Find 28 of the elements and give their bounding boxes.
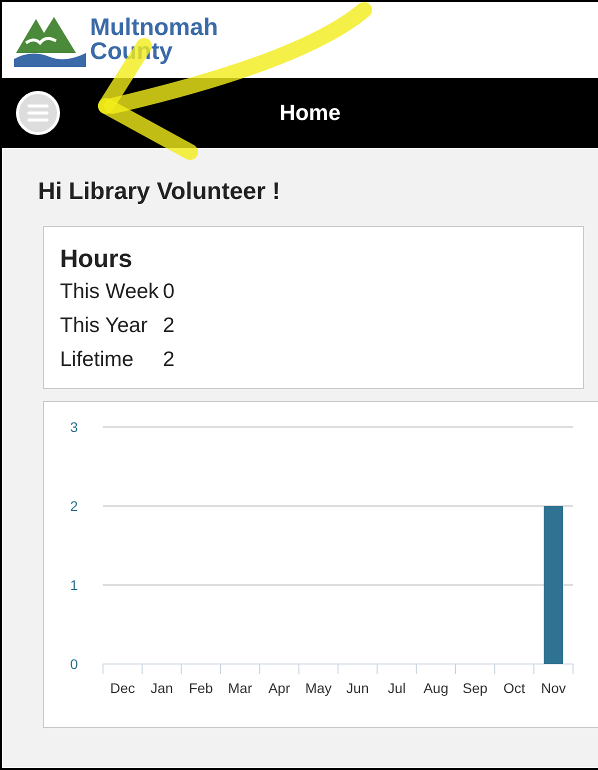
y-axis-label: 2 bbox=[70, 498, 78, 514]
hours-value: 0 bbox=[162, 280, 174, 304]
menu-icon bbox=[27, 104, 49, 122]
logo-text: Multnomah bbox=[90, 16, 218, 40]
card-title: Hours bbox=[60, 245, 134, 274]
x-axis-label: Feb bbox=[188, 680, 213, 696]
x-axis-label: Sep bbox=[462, 680, 488, 696]
hours-value: 2 bbox=[162, 348, 174, 372]
hours-label: Lifetime bbox=[60, 348, 135, 372]
page-title: Home bbox=[279, 100, 341, 126]
x-axis-label: Jan bbox=[150, 680, 174, 696]
x-axis-label: Oct bbox=[503, 680, 526, 696]
y-axis-label: 0 bbox=[70, 656, 78, 672]
x-axis-label: Jul bbox=[388, 680, 406, 696]
menu-button[interactable] bbox=[16, 91, 60, 135]
hours-label: This Year bbox=[60, 314, 149, 338]
x-axis-label: Mar bbox=[228, 680, 252, 696]
x-axis-label: Nov bbox=[540, 680, 566, 696]
x-axis-label: Apr bbox=[268, 680, 290, 696]
y-axis-label: 3 bbox=[70, 419, 78, 435]
x-axis-label: Dec bbox=[110, 680, 136, 696]
hours-value: 2 bbox=[162, 314, 174, 338]
x-axis-label: Jun bbox=[346, 680, 369, 696]
x-axis-label: May bbox=[305, 680, 332, 696]
greeting: Hi Library Volunteer ! bbox=[38, 178, 282, 206]
y-axis-label: 1 bbox=[70, 577, 78, 593]
hours-label: This Week bbox=[60, 280, 159, 304]
x-axis-label: Aug bbox=[423, 680, 448, 696]
